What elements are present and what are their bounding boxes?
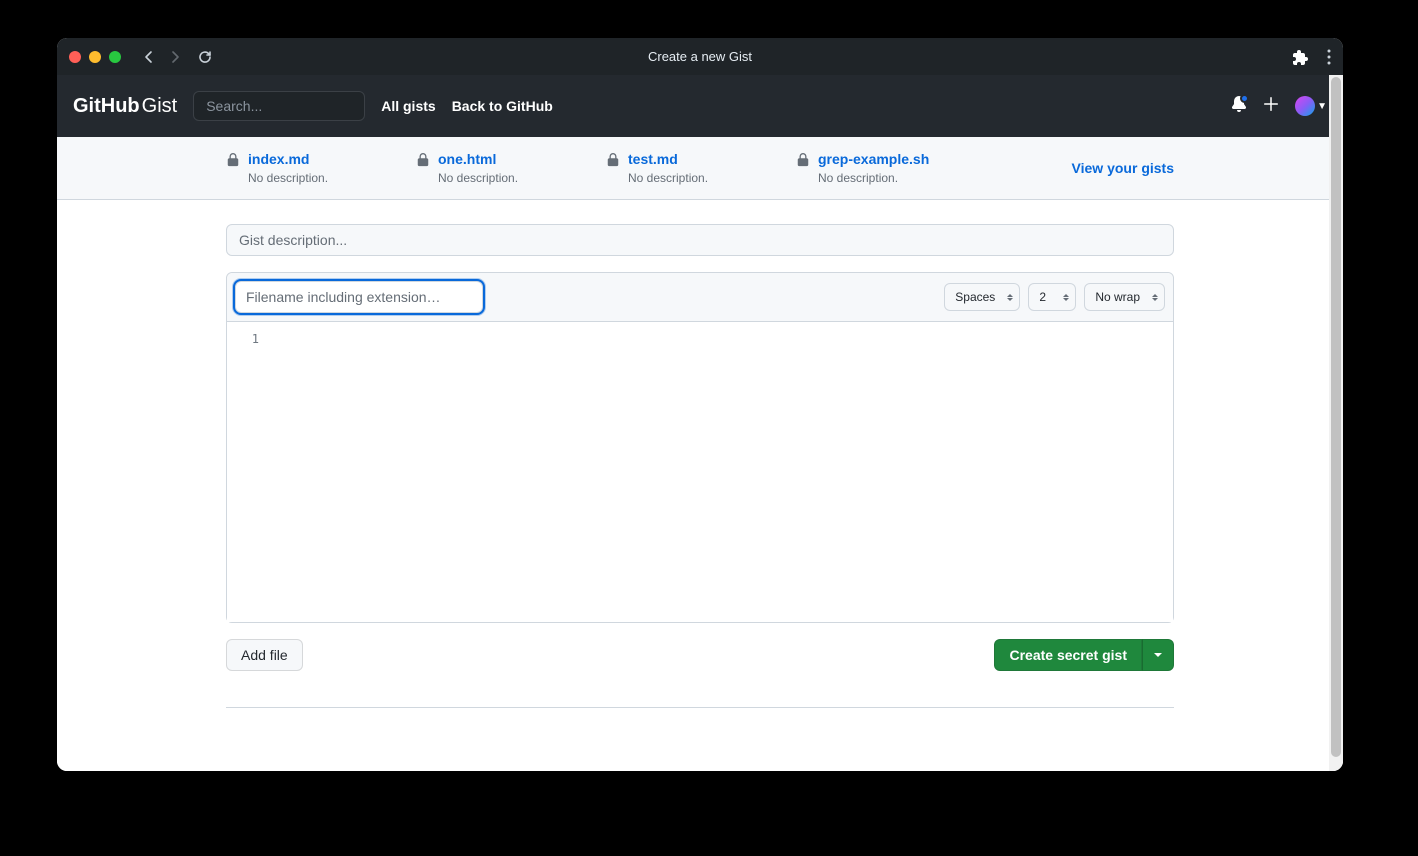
select-caret-icon <box>1063 294 1069 301</box>
browser-window: Create a new Gist GitHub Gist All gists … <box>57 38 1343 771</box>
recent-gist-item: test.md No description. <box>606 151 756 185</box>
browser-titlebar: Create a new Gist <box>57 38 1343 75</box>
select-caret-icon <box>1152 294 1158 301</box>
gist-description: No description. <box>248 171 328 185</box>
back-button[interactable] <box>141 49 157 65</box>
recent-gist-item: grep-example.sh No description. <box>796 151 946 185</box>
select-caret-icon <box>1007 294 1013 301</box>
recent-gist-item: index.md No description. <box>226 151 376 185</box>
line-gutter: 1 <box>227 322 277 622</box>
add-file-button[interactable]: Add file <box>226 639 303 671</box>
recent-gist-item: one.html No description. <box>416 151 566 185</box>
code-textarea[interactable] <box>277 322 1173 622</box>
extensions-icon[interactable] <box>1293 49 1309 65</box>
caret-down-icon: ▼ <box>1317 101 1327 112</box>
header-nav: All gists Back to GitHub <box>381 98 553 114</box>
gist-link[interactable]: test.md <box>628 151 678 167</box>
create-gist-dropdown-button[interactable] <box>1142 639 1174 671</box>
line-number: 1 <box>227 332 259 346</box>
site-header: GitHub Gist All gists Back to GitHub ▼ <box>57 75 1343 137</box>
window-controls <box>69 51 121 63</box>
indent-mode-select[interactable]: Spaces <box>944 283 1020 311</box>
forward-button[interactable] <box>167 49 183 65</box>
minimize-window-button[interactable] <box>89 51 101 63</box>
gist-description: No description. <box>438 171 518 185</box>
new-gist-button[interactable] <box>1263 96 1279 117</box>
create-secret-gist-button[interactable]: Create secret gist <box>994 639 1142 671</box>
file-header: Spaces 2 No wrap <box>227 273 1173 322</box>
gist-description: No description. <box>628 171 708 185</box>
recent-gists-bar: index.md No description. one.html No des… <box>57 137 1343 200</box>
wrap-mode-value: No wrap <box>1095 290 1140 304</box>
scrollbar-track[interactable] <box>1329 75 1343 771</box>
wrap-mode-select[interactable]: No wrap <box>1084 283 1165 311</box>
indent-size-select[interactable]: 2 <box>1028 283 1076 311</box>
close-window-button[interactable] <box>69 51 81 63</box>
reload-button[interactable] <box>197 49 213 65</box>
gist-description-input[interactable] <box>226 224 1174 256</box>
logo-text-strong: GitHub <box>73 95 140 118</box>
all-gists-link[interactable]: All gists <box>381 98 435 114</box>
lock-icon <box>606 153 620 172</box>
search-input[interactable] <box>193 91 365 121</box>
view-your-gists-link[interactable]: View your gists <box>1072 160 1174 176</box>
lock-icon <box>796 153 810 172</box>
gist-link[interactable]: index.md <box>248 151 309 167</box>
browser-nav <box>141 49 183 65</box>
logo[interactable]: GitHub Gist <box>73 95 177 118</box>
tab-title: Create a new Gist <box>648 49 752 64</box>
indent-mode-value: Spaces <box>955 290 995 304</box>
lock-icon <box>226 153 240 172</box>
scrollbar-thumb[interactable] <box>1331 77 1341 757</box>
main-content: Spaces 2 No wrap 1 <box>57 200 1343 771</box>
triangle-down-icon <box>1154 653 1162 657</box>
gist-description: No description. <box>818 171 929 185</box>
maximize-window-button[interactable] <box>109 51 121 63</box>
logo-text-light: Gist <box>142 95 178 118</box>
browser-menu-button[interactable] <box>1327 49 1331 65</box>
user-menu-button[interactable]: ▼ <box>1295 96 1327 116</box>
gist-link[interactable]: one.html <box>438 151 496 167</box>
back-to-github-link[interactable]: Back to GitHub <box>452 98 553 114</box>
indent-size-value: 2 <box>1039 290 1046 304</box>
code-editor: 1 <box>227 322 1173 622</box>
notification-dot-icon <box>1240 94 1249 103</box>
avatar <box>1295 96 1315 116</box>
form-actions: Add file Create secret gist <box>226 639 1174 671</box>
lock-icon <box>416 153 430 172</box>
notifications-button[interactable] <box>1231 96 1247 117</box>
gist-link[interactable]: grep-example.sh <box>818 151 929 167</box>
divider <box>226 707 1174 708</box>
filename-input[interactable] <box>235 281 483 313</box>
file-editor-box: Spaces 2 No wrap 1 <box>226 272 1174 623</box>
